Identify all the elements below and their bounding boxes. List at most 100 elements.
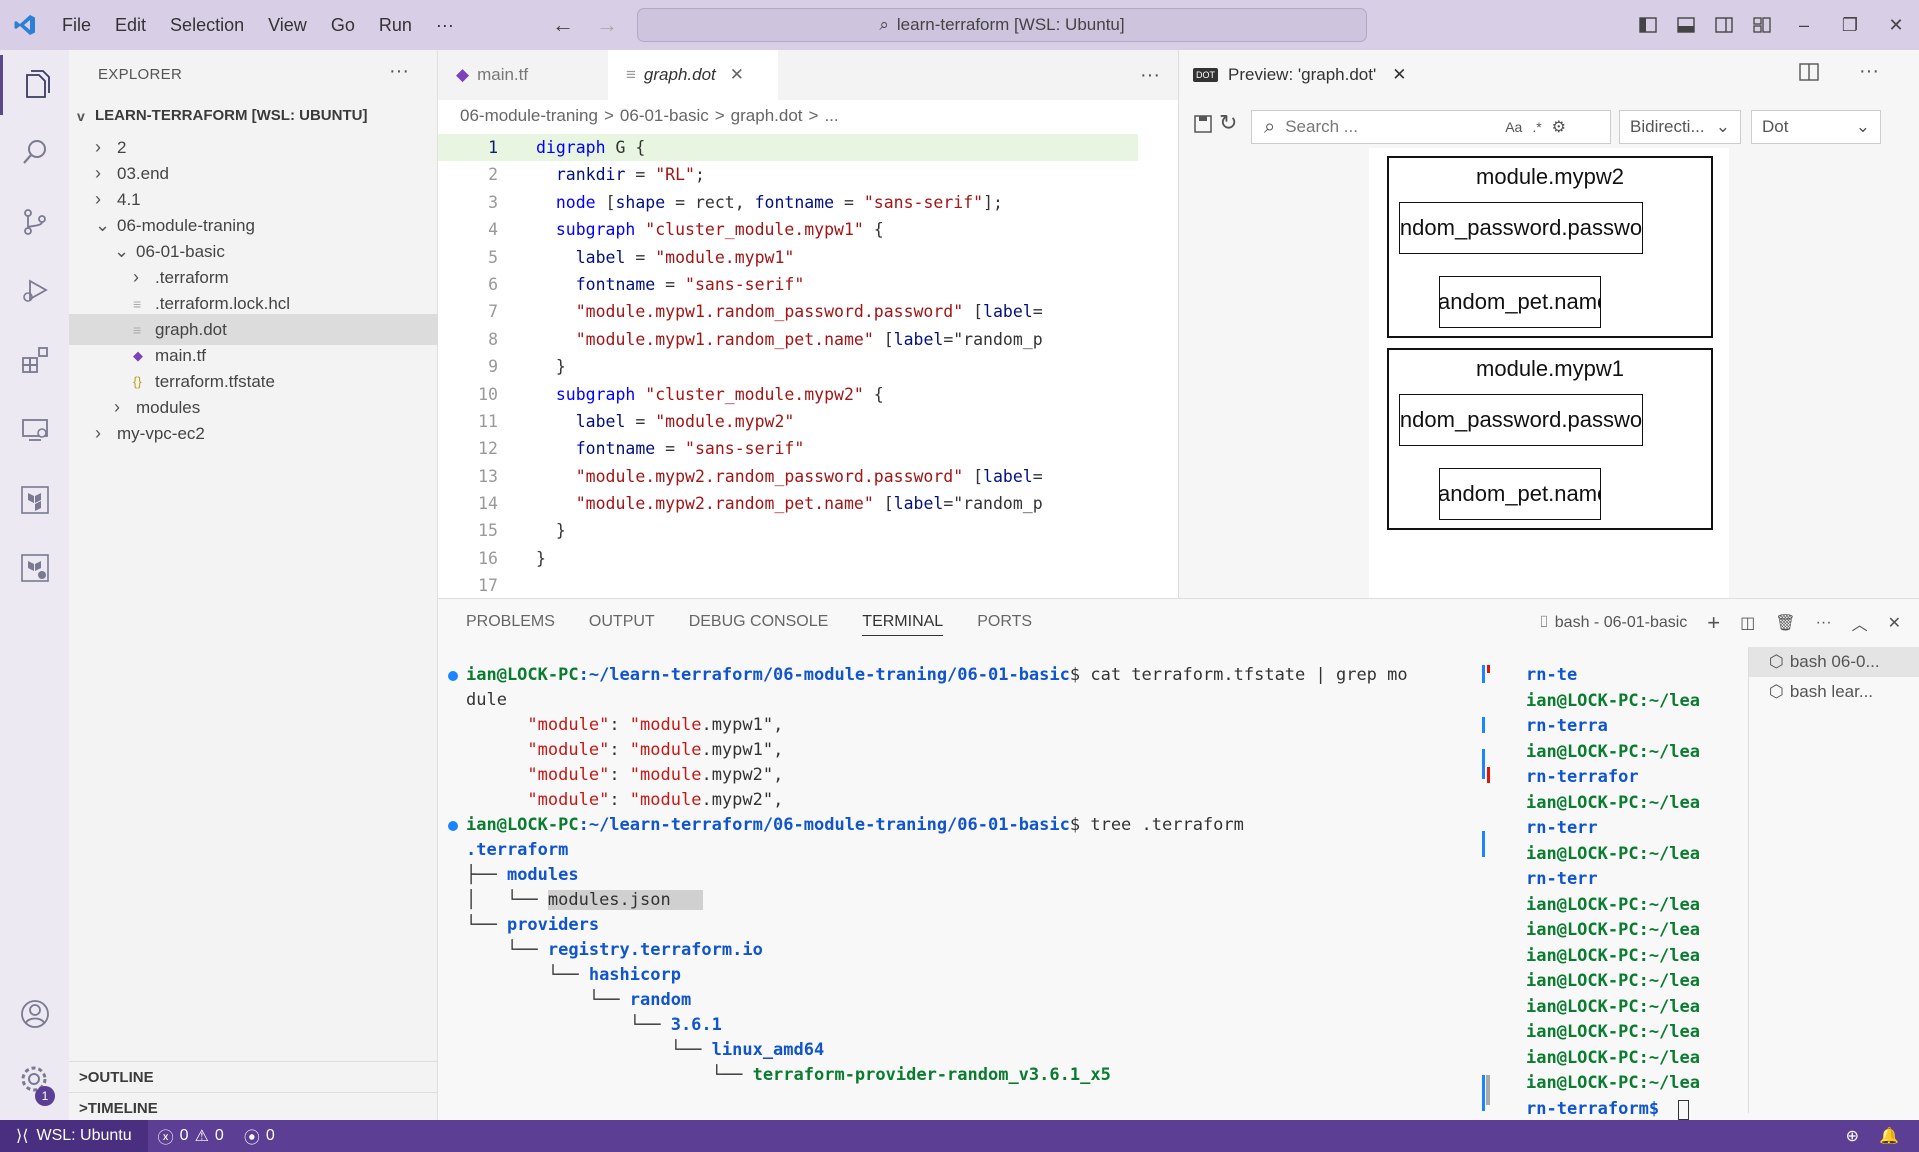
timeline-section[interactable]: > TIMELINE xyxy=(69,1092,438,1123)
terraform-cloud-icon[interactable] xyxy=(0,538,69,598)
search-sidebar-icon[interactable] xyxy=(0,122,69,182)
zoom-icon[interactable]: ⊕ xyxy=(1836,1120,1869,1152)
panel-tab-debug-console[interactable]: DEBUG CONSOLE xyxy=(689,613,829,636)
customize-layout-icon[interactable] xyxy=(1743,0,1781,50)
match-case-icon[interactable]: Aa xyxy=(1505,119,1522,135)
terminal-line: ian@LOCK-PC:~/lea xyxy=(1526,971,1700,991)
terraform-icon[interactable] xyxy=(0,470,69,530)
breadcrumb-item[interactable]: 06-01-basic xyxy=(620,106,709,126)
line-number: 9 xyxy=(488,357,498,377)
close-tab-icon[interactable]: ✕ xyxy=(730,65,744,85)
secondary-terminal[interactable]: rn-te ian@LOCK-PC:~/lea rn-terra ian@LOCK-P… xyxy=(1526,655,1746,1121)
back-arrow-icon[interactable]: ← xyxy=(552,12,574,38)
panel-more-icon[interactable]: ··· xyxy=(1816,614,1832,632)
chevron-right-icon: › xyxy=(95,423,101,443)
terminal-line: "module": "module.mypw2", xyxy=(527,790,784,810)
new-terminal-icon[interactable]: + xyxy=(1707,610,1720,636)
menu-run[interactable]: Run xyxy=(367,0,424,50)
preview-tab[interactable]: DOT Preview: 'graph.dot' ✕ xyxy=(1179,50,1407,100)
tab-graph-dot[interactable]: ≡ graph.dot ✕ xyxy=(608,50,778,100)
warning-icon: ⚠ xyxy=(194,1128,209,1145)
panel-tab-terminal[interactable]: TERMINAL xyxy=(862,613,944,636)
tab-main-tf[interactable]: ◆ main.tf xyxy=(438,50,608,100)
graphviz-preview: DOT Preview: 'graph.dot' ✕ ··· ↻ ⌕ Searc… xyxy=(1178,50,1919,598)
menu-go[interactable]: Go xyxy=(319,0,367,50)
engine-select[interactable]: Dot ⌄ xyxy=(1751,110,1881,144)
code-line: 15 } xyxy=(438,517,1138,544)
graph-canvas[interactable]: module.mypw2random_password.passwordrand… xyxy=(1369,148,1729,598)
split-editor-icon[interactable] xyxy=(1799,62,1819,87)
cluster-module-mypw1[interactable]: module.mypw1 random_password.passwordrand… xyxy=(1387,348,1713,530)
node-random-pet[interactable]: random_pet.name xyxy=(1439,468,1601,520)
node-random-pet[interactable]: random_pet.name xyxy=(1439,276,1601,328)
panel-tab-problems[interactable]: PROBLEMS xyxy=(466,613,555,636)
node-random-password[interactable]: random_password.password xyxy=(1399,394,1643,446)
regex-icon[interactable]: .* xyxy=(1532,119,1541,135)
toggle-secondary-sidebar-icon[interactable] xyxy=(1705,0,1743,50)
menu-more[interactable]: ··· xyxy=(424,0,466,50)
outline-section[interactable]: > OUTLINE xyxy=(69,1061,438,1092)
cluster-module-mypw2[interactable]: module.mypw2 random_password.passwordrand… xyxy=(1387,156,1713,338)
toggle-sidebar-icon[interactable] xyxy=(1629,0,1667,50)
source-control-icon[interactable] xyxy=(0,192,69,252)
terminal-line: ian@LOCK-PC:~/learn-terraform/06-module-… xyxy=(466,815,1244,835)
maximize-panel-icon[interactable]: ︿ xyxy=(1852,611,1868,635)
panel-tab-ports[interactable]: PORTS xyxy=(977,613,1032,636)
breadcrumb-item[interactable]: ... xyxy=(824,106,838,126)
direction-select[interactable]: Bidirecti... ⌄ xyxy=(1619,110,1741,144)
problems-indicator[interactable]: ⓧ 0 ⚠ 0 xyxy=(148,1120,234,1152)
restore-icon[interactable]: ❐ xyxy=(1827,0,1873,50)
split-terminal-icon[interactable]: ◫ xyxy=(1740,613,1755,633)
menu-view[interactable]: View xyxy=(256,0,319,50)
editor-more-actions-icon[interactable]: ··· xyxy=(1122,50,1178,100)
remote-explorer-icon[interactable] xyxy=(0,400,69,460)
terminal-output[interactable]: ian@LOCK-PC:~/learn-terraform/06-module-… xyxy=(438,655,1478,1121)
chevron-right-icon: > xyxy=(79,1068,88,1086)
accounts-icon[interactable] xyxy=(0,984,69,1044)
toggle-panel-icon[interactable] xyxy=(1667,0,1705,50)
code-editor[interactable]: 1 digraph G {2 rankdir = "RL"; 3 node [sha… xyxy=(438,134,1138,600)
code-text: subgraph "cluster_module.mypw2" { xyxy=(555,384,884,404)
command-decoration[interactable] xyxy=(448,671,458,681)
breadcrumb-item[interactable]: graph.dot xyxy=(731,106,803,126)
breadcrumb-separator: > xyxy=(603,106,614,125)
preview-toolbar: ↻ ⌕ Search ... Aa .* ⚙ Bidirecti... ⌄ Do… xyxy=(1179,106,1919,146)
explorer-icon[interactable] xyxy=(0,55,69,115)
chevron-right-icon: › xyxy=(95,163,101,183)
notifications-bell-icon[interactable]: 🔔 xyxy=(1869,1120,1919,1152)
command-center-search[interactable]: ⌕ learn-terraform [WSL: Ubuntu] xyxy=(637,8,1367,42)
command-decoration[interactable] xyxy=(448,821,458,831)
menu-file[interactable]: File xyxy=(50,0,103,50)
close-preview-icon[interactable]: ✕ xyxy=(1392,65,1406,85)
remote-indicator[interactable]: ⟩⟨ WSL: Ubuntu xyxy=(0,1120,148,1152)
node-random-password[interactable]: random_password.password xyxy=(1399,202,1643,254)
close-panel-icon[interactable]: ✕ xyxy=(1888,613,1901,633)
tree-item[interactable]: › my-vpc-ec2 xyxy=(69,418,438,449)
breadcrumb-item[interactable]: 06-module-traning xyxy=(460,106,598,126)
terminal-instance[interactable]: ⌷ bash - 06-01-basic xyxy=(1539,614,1687,632)
error-icon: ⓧ xyxy=(157,1130,174,1147)
workspace-root[interactable]: v LEARN-TERRAFORM [WSL: UBUNTU] xyxy=(69,100,438,131)
panel-actions: ⌷ bash - 06-01-basic + ◫ 🗑 ··· ︿ ✕ xyxy=(1539,605,1919,641)
chevron-right-icon: › xyxy=(133,267,139,287)
ports-indicator[interactable]: ⦿ 0 xyxy=(234,1120,285,1152)
more-actions-icon[interactable]: ··· xyxy=(389,60,409,83)
terminal-list-item[interactable]: ⬡ bash 06-0... xyxy=(1749,647,1919,677)
minimize-icon[interactable]: – xyxy=(1781,0,1827,50)
forward-arrow-icon[interactable]: → xyxy=(596,12,618,38)
extensions-icon[interactable] xyxy=(0,330,69,390)
menu-edit[interactable]: Edit xyxy=(103,0,158,50)
refresh-icon[interactable]: ↻ xyxy=(1219,110,1237,136)
save-icon[interactable] xyxy=(1193,114,1213,139)
close-window-icon[interactable]: ✕ xyxy=(1873,0,1919,50)
settings-gear-icon[interactable]: 1 xyxy=(0,1050,69,1110)
terminal-list-item[interactable]: ⬡ bash lear... xyxy=(1749,677,1919,707)
preview-search-input[interactable]: ⌕ Search ... Aa .* ⚙ xyxy=(1251,110,1611,144)
filter-options-icon[interactable]: ⚙ xyxy=(1552,117,1566,137)
kill-terminal-icon[interactable]: 🗑 xyxy=(1775,613,1795,633)
panel-tab-output[interactable]: OUTPUT xyxy=(589,613,655,636)
preview-more-icon[interactable]: ··· xyxy=(1859,60,1879,83)
menu-selection[interactable]: Selection xyxy=(158,0,256,50)
run-debug-icon[interactable] xyxy=(0,260,69,320)
line-number: 17 xyxy=(478,576,498,596)
